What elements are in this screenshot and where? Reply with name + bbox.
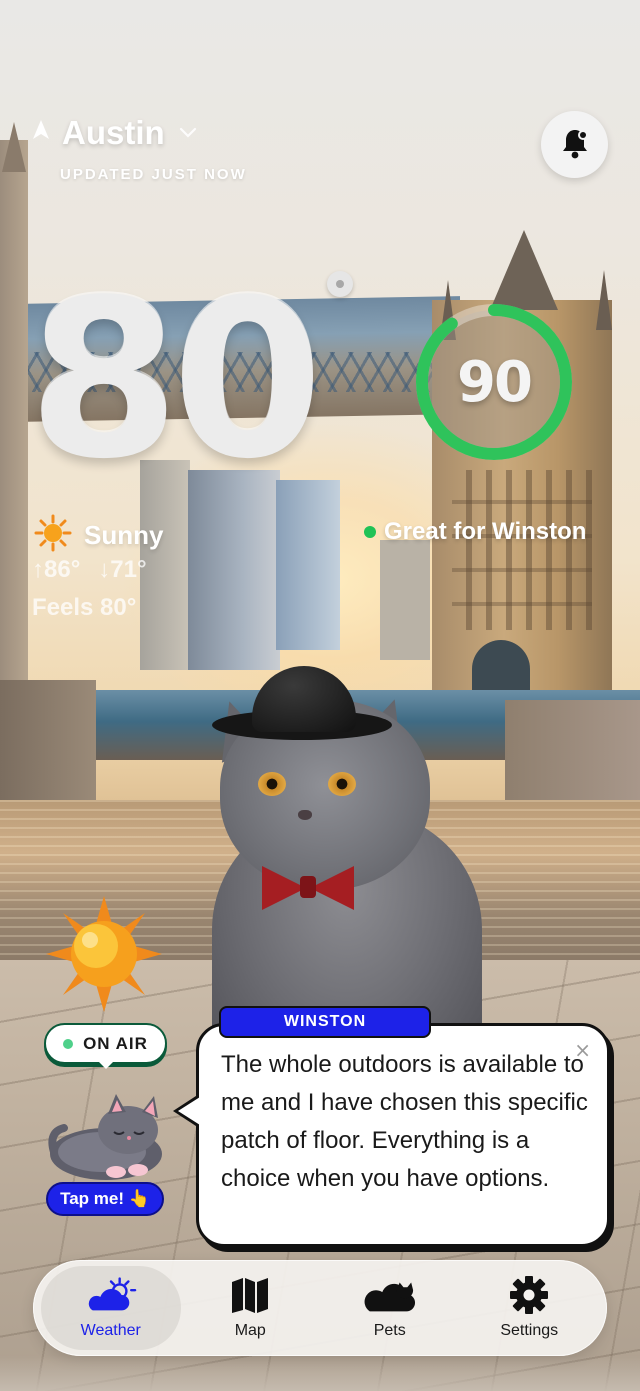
- tab-label: Settings: [500, 1322, 559, 1339]
- live-dot: [63, 1038, 74, 1049]
- condition-row: Sunny: [34, 514, 163, 556]
- city-name[interactable]: Austin: [62, 114, 165, 152]
- bowler-hat: [252, 666, 356, 732]
- bell-icon: [560, 127, 590, 163]
- bottom-tab-bar: Weather Map Pets Settings: [33, 1260, 607, 1356]
- feels-like: Feels 80°: [32, 594, 137, 621]
- chevron-down-icon[interactable]: [179, 123, 197, 144]
- message-text: The whole outdoors is available to me an…: [221, 1051, 588, 1192]
- tab-label: Pets: [373, 1322, 406, 1339]
- status-dot: [364, 526, 376, 538]
- tap-me-button[interactable]: Tap me! 👆: [46, 1182, 164, 1216]
- sun-icon: [34, 514, 72, 556]
- gear-icon: [503, 1276, 555, 1314]
- weather-icon: [85, 1276, 137, 1314]
- tab-settings[interactable]: Settings: [460, 1266, 600, 1350]
- low-temp: ↓71°: [98, 556, 147, 583]
- speaker-label: WINSTON: [219, 1006, 431, 1038]
- bowtie: [310, 866, 354, 910]
- close-icon[interactable]: ×: [574, 1038, 591, 1062]
- left-tower-spire: [2, 122, 26, 172]
- high-temp: ↑86°: [32, 556, 81, 583]
- tab-label: Map: [234, 1322, 266, 1339]
- sun-sticker-icon: [44, 894, 164, 1014]
- updated-label: UPDATED JUST NOW: [60, 166, 247, 183]
- cat-eye: [258, 772, 286, 796]
- skyscraper: [380, 540, 430, 660]
- pet-status-text: Great for Winston: [384, 518, 587, 545]
- pet-status: Great for Winston: [364, 518, 586, 546]
- tab-label: Weather: [80, 1322, 141, 1339]
- cat-eye: [328, 772, 356, 796]
- speech-tail-fill: [178, 1097, 200, 1125]
- tower-roof: [490, 230, 558, 310]
- tower-spire: [596, 270, 612, 330]
- notifications-button[interactable]: [541, 111, 608, 178]
- on-air-badge[interactable]: ON AIR: [44, 1023, 167, 1064]
- pet-score-gauge[interactable]: 90: [412, 300, 576, 464]
- badge-pointer: [99, 1062, 113, 1069]
- location-arrow-icon: [32, 119, 50, 147]
- bridge-pier: [505, 700, 640, 810]
- degree-symbol: [327, 271, 353, 297]
- bottom-fade: [0, 1356, 640, 1391]
- tab-map[interactable]: Map: [181, 1266, 321, 1350]
- pets-icon: [364, 1276, 416, 1314]
- on-air-label: ON AIR: [83, 1033, 148, 1053]
- temperature-value: 80: [28, 254, 323, 507]
- location-header[interactable]: Austin UPDATED JUST NOW: [32, 114, 247, 183]
- cat-nose: [298, 810, 312, 820]
- pixel-cat-avatar[interactable]: [46, 1092, 166, 1184]
- tower-windows: [452, 470, 592, 630]
- condition-text: Sunny: [84, 519, 164, 550]
- map-icon: [224, 1276, 276, 1314]
- winston-cat: [200, 660, 490, 1070]
- tab-weather[interactable]: Weather: [41, 1266, 181, 1350]
- bowtie-knot: [300, 876, 316, 898]
- high-low: ↑86° ↓71°: [32, 556, 147, 584]
- message-bubble[interactable]: × The whole outdoors is available to me …: [196, 1023, 610, 1247]
- pet-score-value: 90: [457, 349, 533, 415]
- tab-pets[interactable]: Pets: [320, 1266, 460, 1350]
